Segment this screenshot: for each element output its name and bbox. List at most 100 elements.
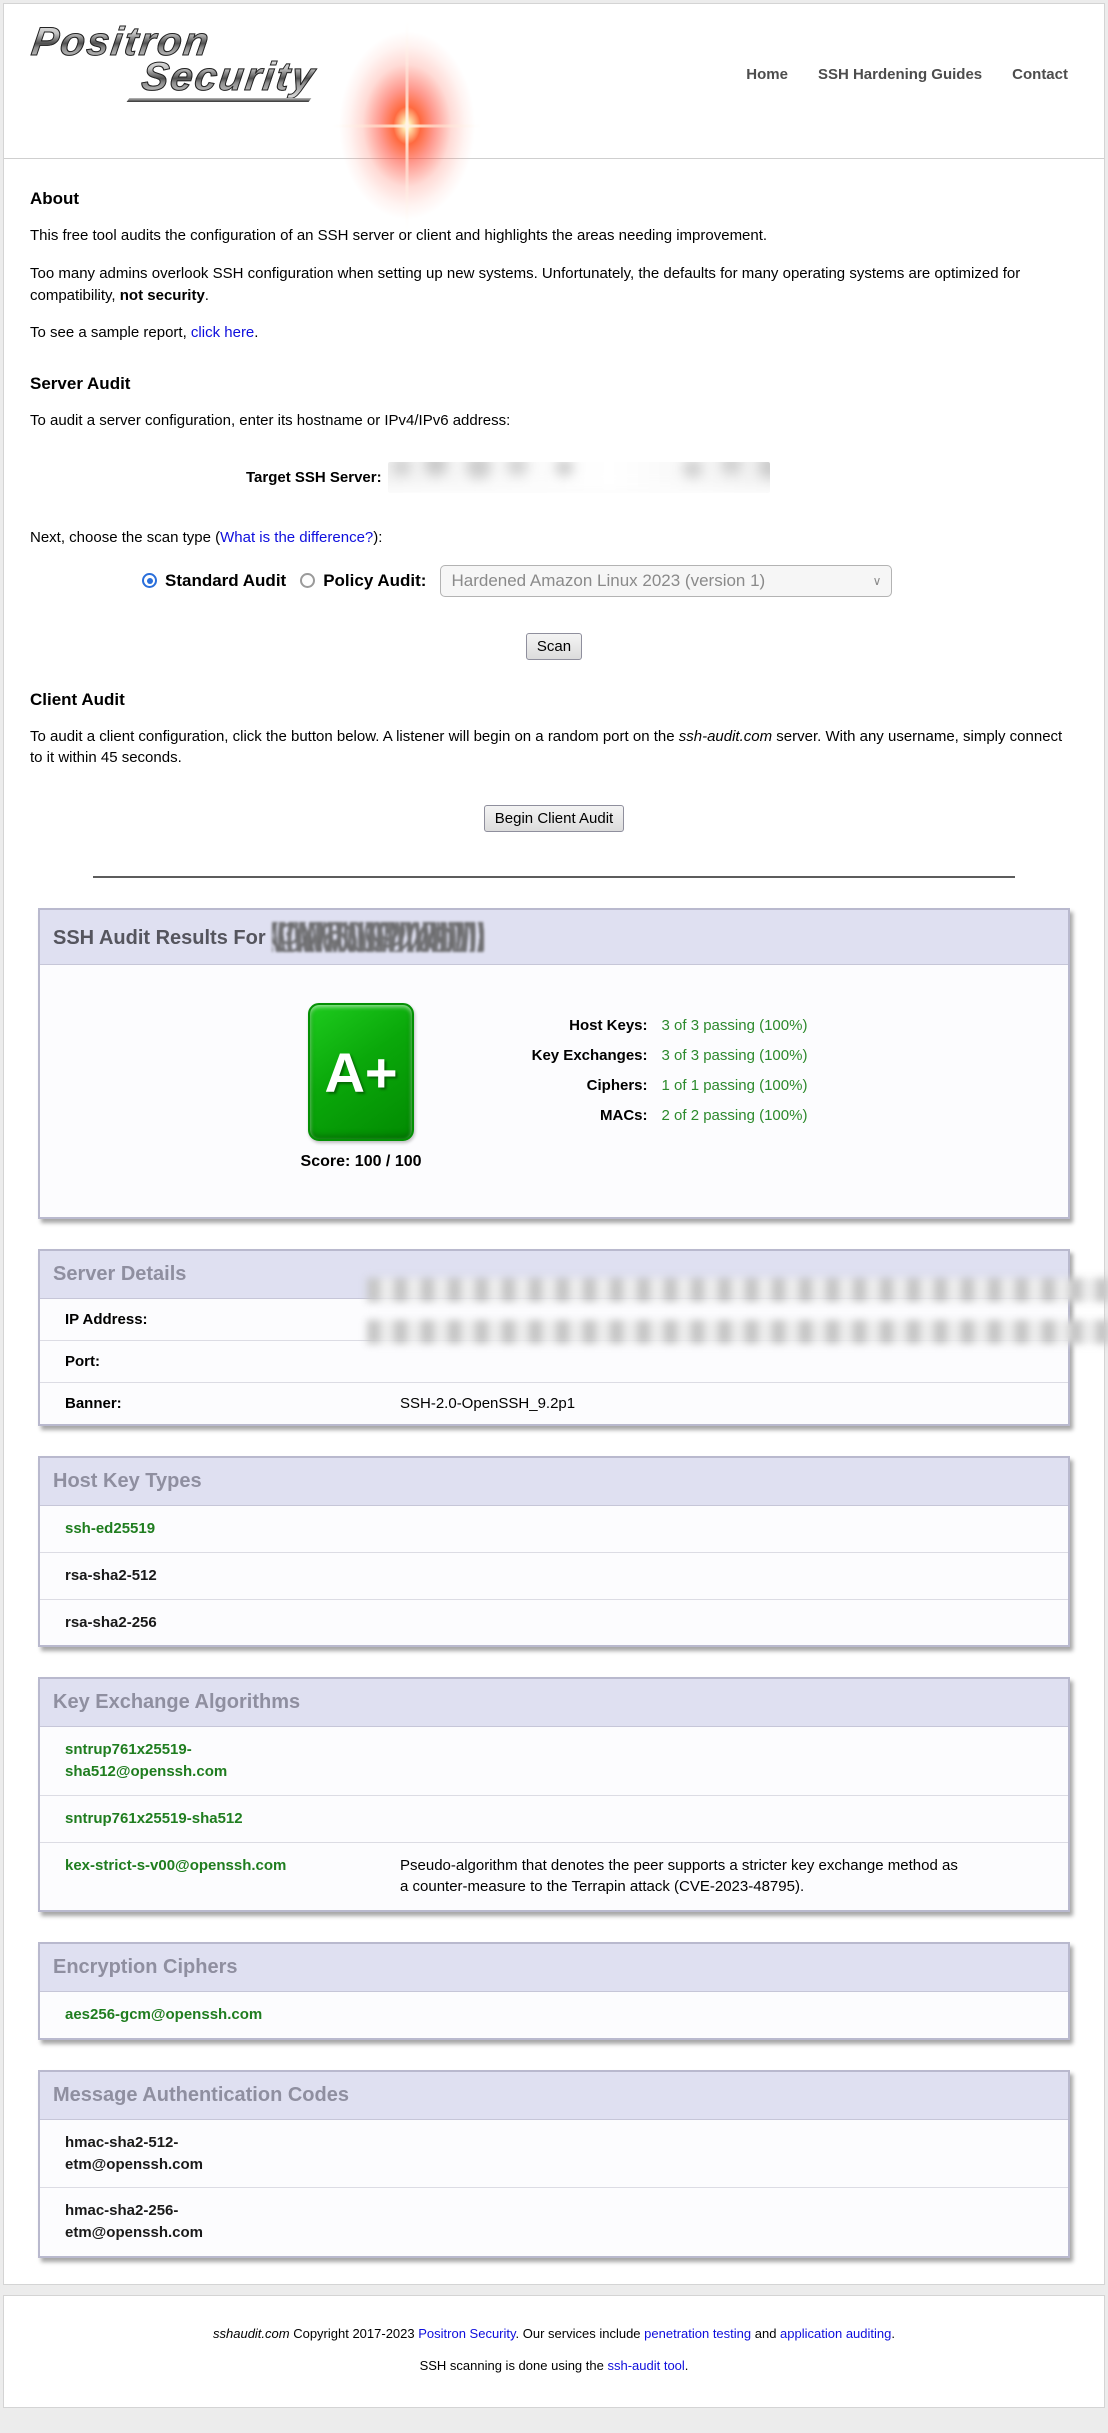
- mac-row: hmac-sha2-256- etm@openssh.com: [40, 2187, 1068, 2256]
- stat-row: MACs: 2 of 2 passing (100%): [480, 1107, 808, 1124]
- scan-type-options: Standard Audit Policy Audit: Hardened Am…: [142, 565, 1078, 597]
- footer-line-2: SSH scanning is done using the ssh-audit…: [14, 2358, 1094, 2373]
- key-exchange-row: kex-strict-s-v00@openssh.com Pseudo-algo…: [40, 1842, 1068, 1911]
- macs-title: Message Authentication Codes: [40, 2072, 1068, 2120]
- nav-link[interactable]: Home: [746, 66, 788, 83]
- stat-value: 2 of 2 passing (100%): [662, 1107, 808, 1124]
- sample-report-link[interactable]: click here: [191, 324, 254, 341]
- scan-button-row: Scan: [30, 633, 1078, 660]
- scan-button[interactable]: Scan: [526, 633, 582, 660]
- mac-rows: hmac-sha2-512- etm@openssh.com hmac-sha2…: [40, 2120, 1068, 2256]
- stat-row: Host Keys: 3 of 3 passing (100%): [480, 1017, 808, 1034]
- cipher-rows: aes256-gcm@openssh.com: [40, 1992, 1068, 2038]
- client-audit-domain: ssh-audit.com: [679, 728, 772, 745]
- results-stats: Host Keys: 3 of 3 passing (100%) Key Exc…: [480, 1017, 808, 1137]
- about-p2-bold: not security: [120, 287, 205, 304]
- footer-line-1: sshaudit.com Copyright 2017-2023 Positro…: [14, 2326, 1094, 2341]
- target-server-label: Target SSH Server:: [246, 469, 382, 486]
- key-exchange-rows: sntrup761x25519- sha512@openssh.com sntr…: [40, 1727, 1068, 1910]
- key-exchange-row: sntrup761x25519- sha512@openssh.com: [40, 1727, 1068, 1795]
- scan-type-line: Next, choose the scan type (What is the …: [30, 527, 1078, 549]
- positron-security-logo[interactable]: Positron Security: [32, 20, 452, 150]
- grade-score: Score: 100 / 100: [301, 1153, 422, 1171]
- host-key-name: rsa-sha2-512: [65, 1565, 400, 1587]
- detail-label: Port:: [65, 1353, 400, 1370]
- site-footer: sshaudit.com Copyright 2017-2023 Positro…: [3, 2295, 1105, 2408]
- results-title: SSH Audit Results For: [40, 910, 1068, 965]
- client-audit-heading: Client Audit: [30, 690, 1078, 710]
- detail-value-text: SSH-2.0-OpenSSH_9.2p1: [400, 1395, 575, 1412]
- kex-algorithm-name: sntrup761x25519- sha512@openssh.com: [65, 1739, 400, 1783]
- about-paragraph-1: This free tool audits the configuration …: [30, 225, 1078, 247]
- detail-label: IP Address:: [65, 1311, 400, 1328]
- page-content: About This free tool audits the configur…: [4, 189, 1104, 878]
- about-paragraph-2: Too many admins overlook SSH configurati…: [30, 263, 1078, 307]
- target-server-input[interactable]: [388, 462, 770, 493]
- kex-algorithm-name: sntrup761x25519-sha512: [65, 1808, 400, 1830]
- main-page-card: Positron Security Home SSH Hardening Gui…: [3, 3, 1105, 2285]
- ssh-audit-results-box: SSH Audit Results For A+ Score: 100 / 10…: [38, 908, 1070, 1219]
- scan-type-difference-link[interactable]: What is the difference?: [220, 529, 373, 546]
- scan-type-text: Next, choose the scan type (: [30, 529, 220, 546]
- results-title-text: SSH Audit Results For: [53, 927, 266, 949]
- kex-algorithm-name: kex-strict-s-v00@openssh.com: [65, 1855, 400, 1899]
- policy-select[interactable]: Hardened Amazon Linux 2023 (version 1) ∨: [440, 565, 892, 597]
- footer-services-text: . Our services include: [516, 2326, 645, 2341]
- about-paragraph-3: To see a sample report, click here.: [30, 322, 1078, 344]
- stat-value: 3 of 3 passing (100%): [662, 1017, 808, 1034]
- mac-row: hmac-sha2-512- etm@openssh.com: [40, 2120, 1068, 2188]
- footer-period-2: .: [685, 2358, 689, 2373]
- main-nav: Home SSH Hardening Guides Contact: [746, 66, 1068, 83]
- footer-copyright-text: Copyright 2017-2023: [290, 2326, 419, 2341]
- policy-select-value: Hardened Amazon Linux 2023 (version 1): [451, 571, 765, 591]
- ssh-audit-tool-link[interactable]: ssh-audit tool: [607, 2358, 684, 2373]
- stat-label: MACs:: [480, 1107, 648, 1124]
- stat-value: 1 of 1 passing (100%): [662, 1077, 808, 1094]
- nav-link[interactable]: SSH Hardening Guides: [818, 66, 982, 83]
- grade-badge: A+: [308, 1003, 414, 1141]
- key-exchange-box: Key Exchange Algorithms sntrup761x25519-…: [38, 1677, 1070, 1912]
- nav-link[interactable]: Contact: [1012, 66, 1068, 83]
- target-server-row: Target SSH Server:: [246, 462, 1078, 493]
- positron-security-link[interactable]: Positron Security: [418, 2326, 515, 2341]
- server-audit-intro: To audit a server configuration, enter i…: [30, 410, 1078, 432]
- stat-label: Key Exchanges:: [480, 1047, 648, 1064]
- redacted-hostname: [272, 922, 484, 952]
- stat-row: Ciphers: 1 of 1 passing (100%): [480, 1077, 808, 1094]
- server-details-box: Server Details IP Address: Port: Banner:…: [38, 1249, 1070, 1426]
- chevron-down-icon: ∨: [873, 574, 882, 588]
- application-auditing-link[interactable]: application auditing: [780, 2326, 891, 2341]
- detail-value: SSH-2.0-OpenSSH_9.2p1: [400, 1395, 1054, 1412]
- standard-audit-radio[interactable]: [142, 573, 157, 588]
- grade-letter: A+: [324, 1040, 397, 1105]
- host-key-types-box: Host Key Types ssh-ed25519 rsa-sha2-512 …: [38, 1456, 1070, 1647]
- cipher-row: aes256-gcm@openssh.com: [40, 1992, 1068, 2038]
- kex-algorithm-note: [400, 1739, 960, 1783]
- cipher-name: aes256-gcm@openssh.com: [65, 2004, 400, 2026]
- about-p2-end: .: [205, 287, 209, 304]
- stat-label: Host Keys:: [480, 1017, 648, 1034]
- host-key-row: ssh-ed25519: [40, 1506, 1068, 1552]
- logo-text-line2: Security: [139, 55, 319, 100]
- penetration-testing-link[interactable]: penetration testing: [644, 2326, 751, 2341]
- host-key-name: rsa-sha2-256: [65, 1612, 400, 1634]
- redaction-blobs: [400, 1278, 1054, 1302]
- begin-client-audit-button[interactable]: Begin Client Audit: [484, 805, 624, 832]
- redacted-value: [400, 1320, 1054, 1344]
- server-details-rows: IP Address: Port: Banner: SSH-2.0-OpenSS…: [40, 1299, 1068, 1424]
- footer-and-text: and: [751, 2326, 780, 2341]
- sample-report-text: To see a sample report,: [30, 324, 191, 341]
- begin-client-audit-row: Begin Client Audit: [30, 805, 1078, 832]
- redacted-value: [400, 1278, 1054, 1302]
- encryption-ciphers-title: Encryption Ciphers: [40, 1944, 1068, 1992]
- client-audit-text: To audit a client configuration, click t…: [30, 728, 679, 745]
- macs-box: Message Authentication Codes hmac-sha2-5…: [38, 2070, 1070, 2258]
- footer-period: .: [891, 2326, 895, 2341]
- site-header: Positron Security Home SSH Hardening Gui…: [4, 4, 1104, 159]
- mac-name: hmac-sha2-256- etm@openssh.com: [65, 2200, 400, 2244]
- scan-type-end: ):: [373, 529, 382, 546]
- redacted-input-value: [388, 462, 770, 487]
- client-audit-paragraph: To audit a client configuration, click t…: [30, 726, 1078, 770]
- policy-audit-radio[interactable]: [300, 573, 315, 588]
- results-divider: [93, 876, 1015, 878]
